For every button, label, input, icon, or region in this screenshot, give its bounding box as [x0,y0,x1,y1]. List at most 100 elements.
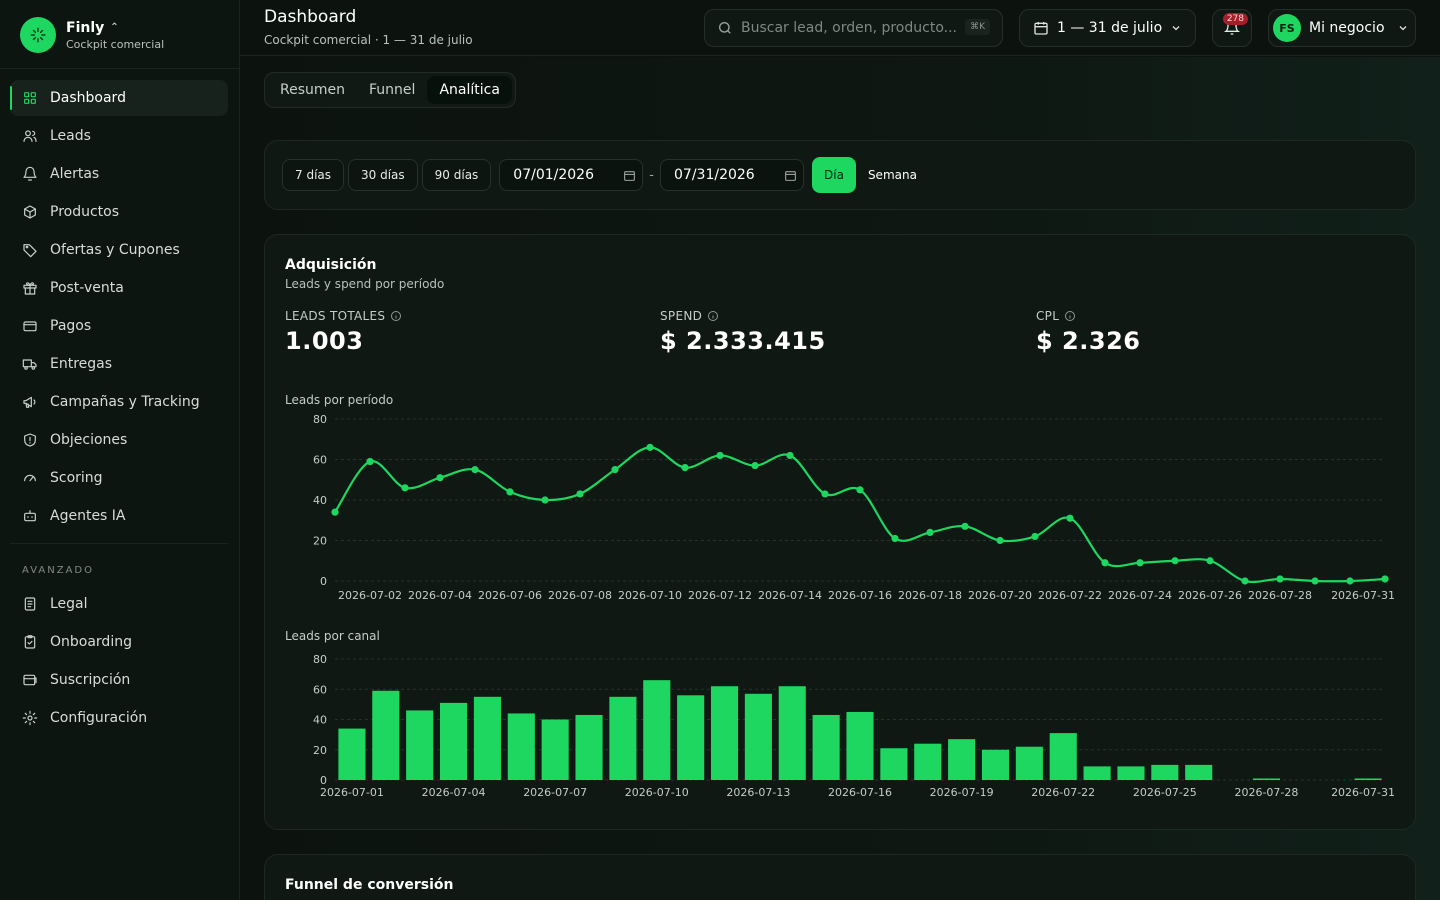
bar[interactable] [1049,733,1077,780]
acquisition-title: Adquisición [285,257,377,273]
data-point[interactable] [856,486,864,494]
bar[interactable] [914,743,942,780]
chevron-down-icon [1399,26,1406,31]
bar[interactable] [1083,766,1111,780]
data-point[interactable] [996,536,1004,545]
date-from-input[interactable]: 07/01/2026 [499,159,644,191]
sidebar-item-configuración[interactable]: Configuración [10,700,228,736]
bar[interactable] [609,696,637,780]
bar[interactable] [338,728,366,780]
sidebar-item-productos[interactable]: Productos [10,194,228,230]
brand[interactable]: Finly ⌃ Cockpit comercial [20,16,164,54]
y-tick-label: 20 [313,535,327,548]
bar[interactable] [1151,764,1179,780]
sidebar-item-suscripción[interactable]: Suscripción [10,662,228,698]
bar[interactable] [1117,766,1145,780]
sidebar-item-dashboard[interactable]: Dashboard [10,80,228,116]
bar[interactable] [372,690,400,780]
tab-analitica[interactable]: Analítica [427,76,512,104]
data-point[interactable] [1276,575,1284,583]
bar[interactable] [507,713,535,780]
data-point[interactable] [576,490,584,498]
data-point[interactable] [1031,532,1039,541]
info-icon[interactable] [707,310,719,322]
y-tick-label: 0 [320,575,327,588]
bar[interactable] [1015,746,1043,780]
preset-30-days-button[interactable]: 30 días [348,159,418,191]
bar[interactable] [1185,764,1213,780]
preset-90-days-button[interactable]: 90 días [421,159,492,191]
search-input[interactable] [741,20,961,36]
data-point[interactable] [1171,557,1179,565]
notifications-button[interactable]: 278 [1212,9,1252,47]
bar[interactable] [812,714,840,780]
bar[interactable] [541,719,569,781]
x-tick-label: 2026-07-24 [1108,589,1172,602]
bar[interactable] [1354,778,1382,780]
info-icon[interactable] [1064,310,1076,322]
bar[interactable] [744,693,772,780]
data-point[interactable] [1241,577,1249,585]
data-point[interactable] [506,488,514,496]
y-tick-label: 80 [313,653,327,666]
data-point[interactable] [1066,514,1074,522]
bar[interactable] [677,695,705,780]
sidebar-item-agentes-ia[interactable]: Agentes IA [10,498,228,534]
data-point[interactable] [1311,577,1319,585]
sidebar-item-onboarding[interactable]: Onboarding [10,624,228,660]
bar[interactable] [406,710,434,780]
data-point[interactable] [751,461,759,470]
data-point[interactable] [1101,559,1109,567]
data-point[interactable] [646,443,654,451]
data-point[interactable] [1381,575,1389,583]
account-menu-button[interactable]: FS Mi negocio [1268,9,1416,47]
tab-resumen[interactable]: Resumen [268,76,357,104]
bar[interactable] [880,748,908,780]
granularity-day-button[interactable]: Día [812,157,856,193]
data-point[interactable] [716,451,724,460]
bar[interactable] [575,714,603,780]
data-point[interactable] [1206,557,1214,565]
sidebar-item-campañas-y-tracking[interactable]: Campañas y Tracking [10,384,228,420]
data-point[interactable] [1136,559,1144,567]
sidebar-item-leads[interactable]: Leads [10,118,228,154]
sidebar-item-ofertas-y-cupones[interactable]: Ofertas y Cupones [10,232,228,268]
data-point[interactable] [681,464,689,472]
data-point[interactable] [366,457,374,466]
data-point[interactable] [471,466,479,474]
bar[interactable] [473,696,501,780]
bar[interactable] [981,749,1010,780]
bar[interactable] [710,686,739,780]
search-box[interactable]: ⌘K [704,9,1003,47]
bar[interactable] [643,680,671,780]
bar[interactable] [948,739,976,780]
data-point[interactable] [891,534,899,543]
date-range-button[interactable]: 1 — 31 de julio [1019,9,1196,47]
sidebar-item-legal[interactable]: Legal [10,586,228,622]
data-point[interactable] [401,484,409,492]
sidebar-item-post-venta[interactable]: Post-venta [10,270,228,306]
bar[interactable] [846,711,874,780]
data-point[interactable] [611,466,619,474]
preset-7-days-button[interactable]: 7 días [282,159,345,191]
sidebar-item-objeciones[interactable]: Objeciones [10,422,228,458]
data-point[interactable] [331,508,339,516]
data-point[interactable] [436,474,444,482]
sidebar-item-pagos[interactable]: Pagos [10,308,228,344]
data-point[interactable] [961,522,969,530]
data-point[interactable] [821,490,829,498]
sidebar-item-scoring[interactable]: Scoring [10,460,228,496]
sidebar-item-alertas[interactable]: Alertas [10,156,228,192]
bar[interactable] [1252,778,1280,780]
info-icon[interactable] [390,310,402,322]
data-point[interactable] [786,451,794,460]
data-point[interactable] [1346,577,1354,585]
data-point[interactable] [926,528,934,536]
tab-funnel[interactable]: Funnel [357,76,427,104]
bar[interactable] [778,686,806,780]
date-to-input[interactable]: 07/31/2026 [660,159,804,191]
bar[interactable] [440,702,468,780]
data-point[interactable] [541,496,549,504]
granularity-week-button[interactable]: Semana [856,157,929,193]
sidebar-item-entregas[interactable]: Entregas [10,346,228,382]
